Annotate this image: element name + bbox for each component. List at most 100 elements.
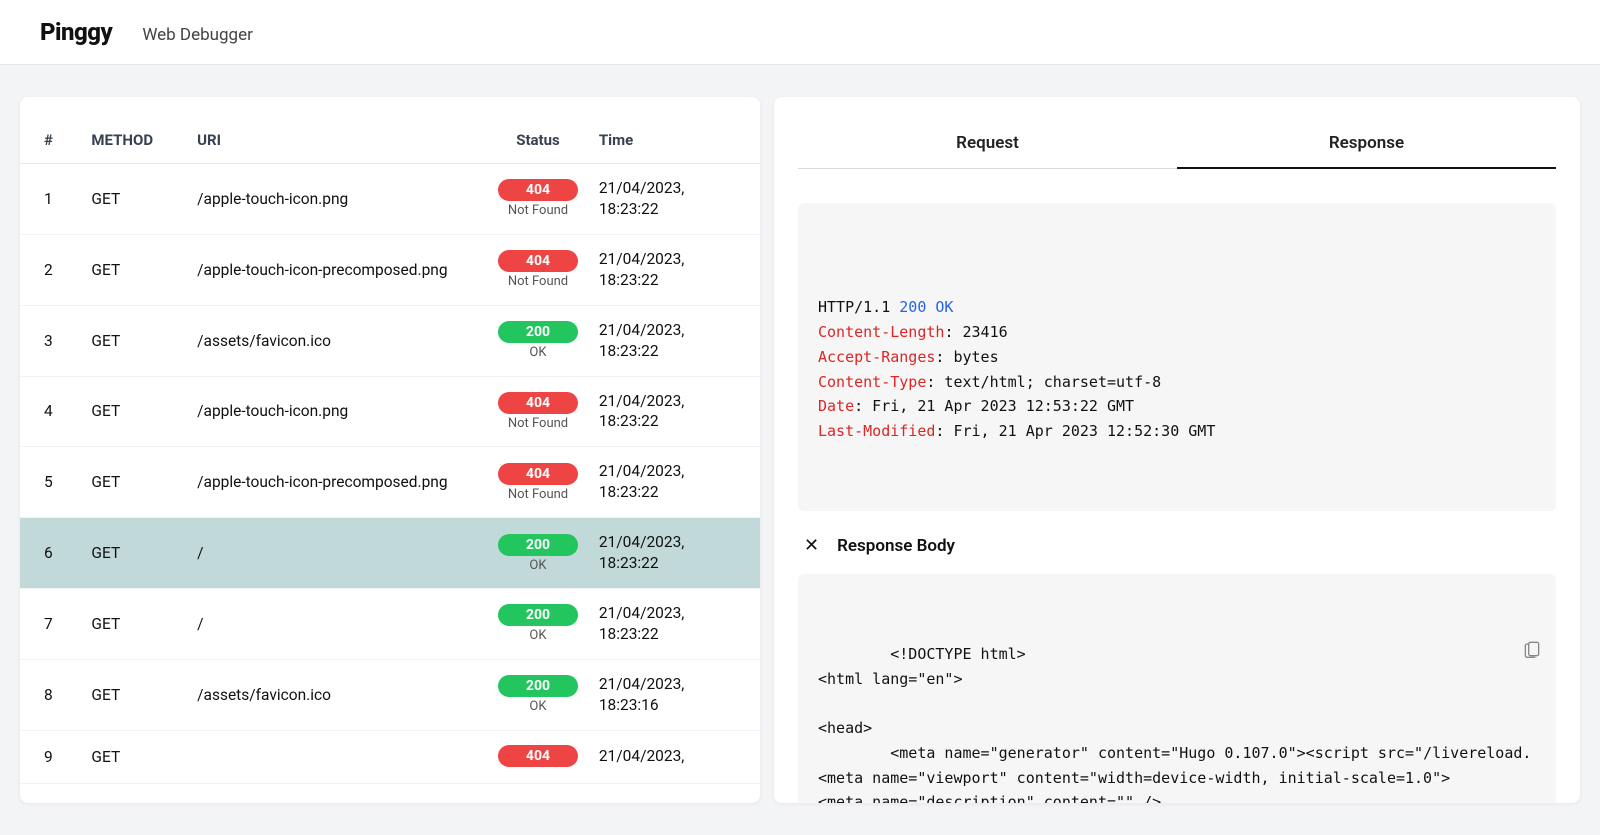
cell-num: 2 — [20, 234, 83, 305]
tab-response[interactable]: Response — [1177, 121, 1556, 169]
cell-uri: / — [189, 589, 485, 660]
cell-status: 200 OK — [485, 659, 591, 730]
cell-method: GET — [83, 376, 189, 447]
cell-time: 21/04/2023,18:23:22 — [591, 518, 760, 589]
status-badge: 404 — [498, 463, 578, 485]
table-row[interactable]: 4GET/apple-touch-icon.png 404 Not Found 21/… — [20, 376, 760, 447]
cell-status: 404 — [485, 730, 591, 783]
table-row[interactable]: 3GET/assets/favicon.ico 200 OK 21/04/2023,1… — [20, 305, 760, 376]
col-header-uri: URI — [189, 121, 485, 164]
cell-method: GET — [83, 164, 189, 235]
cell-status: 404 Not Found — [485, 447, 591, 518]
app-subtitle: Web Debugger — [142, 25, 253, 45]
tab-request[interactable]: Request — [798, 121, 1177, 168]
cell-num: 8 — [20, 659, 83, 730]
status-text: Not Found — [508, 274, 568, 289]
status-badge: 404 — [498, 179, 578, 201]
col-header-num: # — [20, 121, 83, 164]
cell-num: 5 — [20, 447, 83, 518]
response-body-text: <!DOCTYPE html> <html lang="en"> <head> … — [818, 645, 1531, 803]
cell-num: 9 — [20, 730, 83, 783]
status-text: OK — [529, 345, 546, 360]
table-row[interactable]: 8GET/assets/favicon.ico 200 OK 21/04/2023,1… — [20, 659, 760, 730]
status-text: OK — [529, 558, 546, 573]
status-badge: 200 — [498, 604, 578, 626]
cell-time: 21/04/2023,18:23:22 — [591, 164, 760, 235]
status-text: Not Found — [508, 203, 568, 218]
cell-uri: /apple-touch-icon-precomposed.png — [189, 234, 485, 305]
status-badge: 200 — [498, 675, 578, 697]
table-row[interactable]: 5GET/apple-touch-icon-precomposed.png404… — [20, 447, 760, 518]
table-row[interactable]: 1GET/apple-touch-icon.png 404 Not Found 21/… — [20, 164, 760, 235]
status-badge: 404 — [498, 392, 578, 414]
main-layout: # METHOD URI Status Time 1GET/apple-touc… — [0, 65, 1600, 835]
cell-num: 4 — [20, 376, 83, 447]
table-row[interactable]: 6GET/ 200 OK 21/04/2023,18:23:22 — [20, 518, 760, 589]
details-tabs: Request Response — [798, 121, 1556, 169]
response-body-block: <!DOCTYPE html> <html lang="en"> <head> … — [798, 574, 1556, 803]
cell-method: GET — [83, 234, 189, 305]
details-panel: Request Response HTTP/1.1 200 OKContent-… — [774, 97, 1580, 803]
table-row[interactable]: 7GET/ 200 OK 21/04/2023,18:23:22 — [20, 589, 760, 660]
cell-uri: /apple-touch-icon-precomposed.png — [189, 447, 485, 518]
cell-num: 1 — [20, 164, 83, 235]
col-header-method: METHOD — [83, 121, 189, 164]
cell-num: 3 — [20, 305, 83, 376]
cell-uri: /assets/favicon.ico — [189, 659, 485, 730]
cell-time: 21/04/2023,18:23:22 — [591, 234, 760, 305]
cell-time: 21/04/2023,18:23:22 — [591, 305, 760, 376]
cell-status: 200 OK — [485, 518, 591, 589]
copy-headers-button[interactable] — [1522, 217, 1542, 239]
response-body-title: Response Body — [837, 536, 955, 556]
cell-time: 21/04/2023,18:23:22 — [591, 447, 760, 518]
status-text: OK — [529, 628, 546, 643]
header-line: Content-Length: 23416 — [818, 320, 1536, 345]
response-headers-block: HTTP/1.1 200 OKContent-Length: 23416Acce… — [798, 203, 1556, 511]
col-header-time: Time — [591, 121, 760, 164]
cell-time: 21/04/2023, — [591, 730, 760, 783]
table-row[interactable]: 2GET/apple-touch-icon-precomposed.png404… — [20, 234, 760, 305]
cell-uri: / — [189, 518, 485, 589]
cell-time: 21/04/2023,18:23:16 — [591, 659, 760, 730]
cell-method: GET — [83, 305, 189, 376]
cell-status: 404 Not Found — [485, 376, 591, 447]
header-line: Date: Fri, 21 Apr 2023 12:53:22 GMT — [818, 394, 1536, 419]
status-text: Not Found — [508, 487, 568, 502]
status-text: Not Found — [508, 416, 568, 431]
cell-method: GET — [83, 447, 189, 518]
cell-num: 7 — [20, 589, 83, 660]
cell-status: 404 Not Found — [485, 234, 591, 305]
cell-method: GET — [83, 589, 189, 660]
app-header: Pinggy Web Debugger — [0, 0, 1600, 65]
logo: Pinggy — [40, 18, 112, 46]
response-body-title-row: ✕ Response Body — [798, 511, 1556, 574]
requests-panel: # METHOD URI Status Time 1GET/apple-touc… — [20, 97, 760, 803]
close-icon[interactable]: ✕ — [804, 535, 819, 556]
header-line: Accept-Ranges: bytes — [818, 345, 1536, 370]
status-badge: 404 — [498, 250, 578, 272]
cell-status: 200 OK — [485, 589, 591, 660]
status-badge: 404 — [498, 745, 578, 767]
status-text: OK — [529, 699, 546, 714]
status-badge: 200 — [498, 534, 578, 556]
copy-body-button[interactable] — [1522, 588, 1542, 610]
cell-method: GET — [83, 730, 189, 783]
table-row[interactable]: 9GET 404 21/04/2023, — [20, 730, 760, 783]
cell-status: 200 OK — [485, 305, 591, 376]
header-line: Last-Modified: Fri, 21 Apr 2023 12:52:30… — [818, 419, 1536, 444]
status-badge: 200 — [498, 321, 578, 343]
cell-method: GET — [83, 659, 189, 730]
cell-uri: /assets/favicon.ico — [189, 305, 485, 376]
requests-table-scroll[interactable]: # METHOD URI Status Time 1GET/apple-touc… — [20, 121, 760, 803]
col-header-status: Status — [485, 121, 591, 164]
cell-status: 404 Not Found — [485, 164, 591, 235]
cell-method: GET — [83, 518, 189, 589]
requests-table: # METHOD URI Status Time 1GET/apple-touc… — [20, 121, 760, 784]
cell-uri: /apple-touch-icon.png — [189, 376, 485, 447]
cell-uri — [189, 730, 485, 783]
cell-time: 21/04/2023,18:23:22 — [591, 376, 760, 447]
cell-time: 21/04/2023,18:23:22 — [591, 589, 760, 660]
clipboard-icon — [1522, 638, 1542, 660]
cell-num: 6 — [20, 518, 83, 589]
cell-uri: /apple-touch-icon.png — [189, 164, 485, 235]
